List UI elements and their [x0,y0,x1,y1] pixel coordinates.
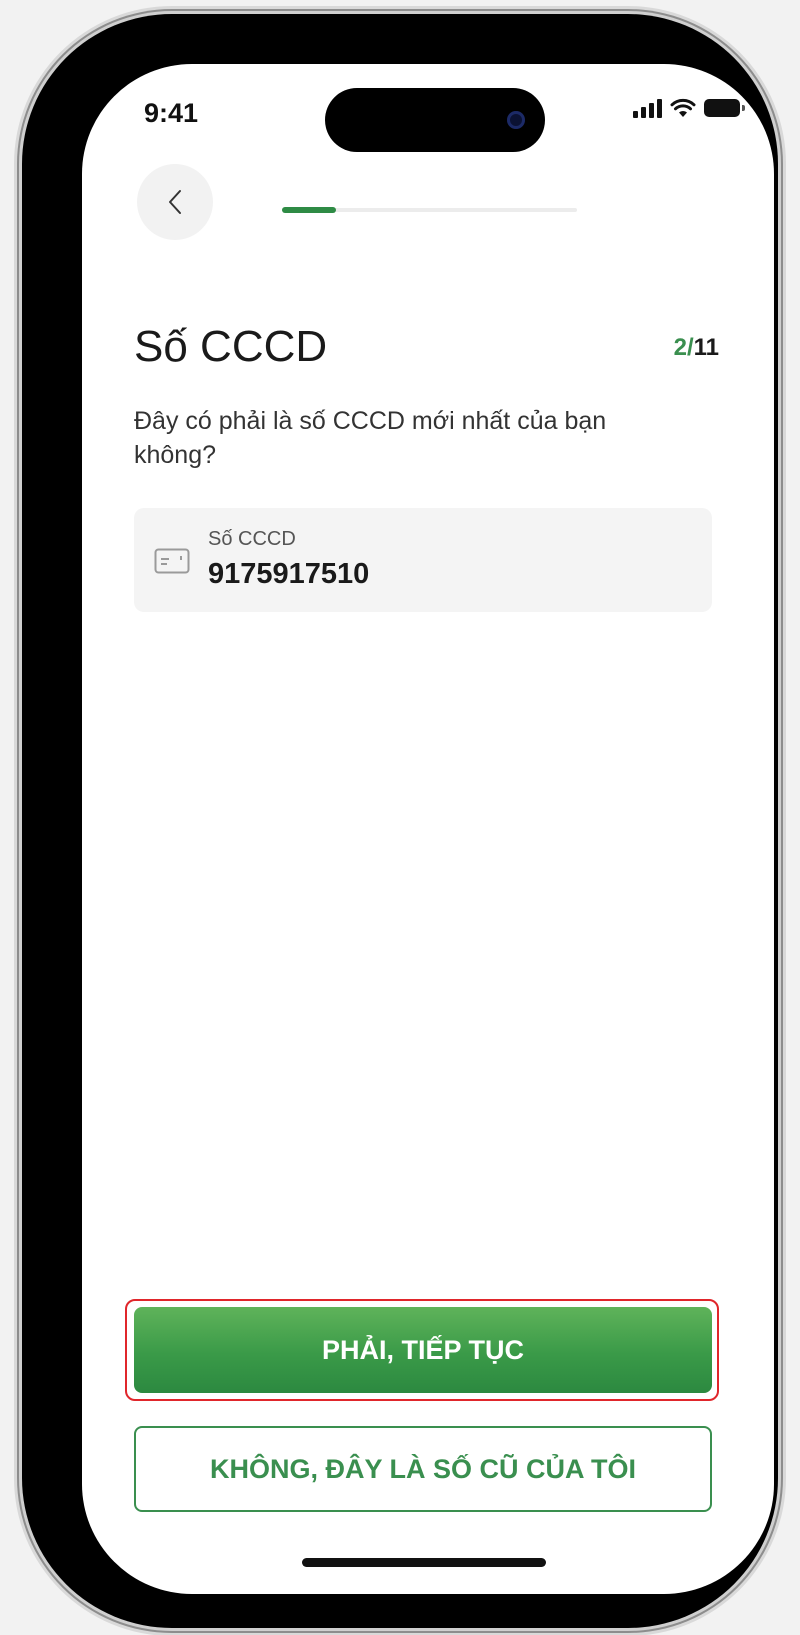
home-indicator[interactable] [302,1558,546,1567]
page-title: Số CCCD [134,322,328,371]
step-total: 11 [693,334,719,361]
id-number-label: Số CCCD [208,528,296,550]
dynamic-island [325,88,545,152]
progress-bar [282,207,577,213]
status-time: 9:41 [144,98,199,128]
confirm-continue-button[interactable]: PHẢI, TIẾP TỤC [134,1307,712,1393]
old-number-button[interactable]: KHÔNG, ĐÂY LÀ SỐ CŨ CỦA TÔI [134,1426,712,1512]
id-number-value: 9175917510 [208,558,370,590]
chevron-left-icon [169,190,181,214]
progress-fill [282,207,336,213]
signal-icon [633,98,662,118]
front-camera-icon [507,111,525,129]
step-counter: 2/11 [674,334,719,362]
phone-screen: 9:41 Số CCCD 2/11 Đây có phải là số CCCD… [82,64,774,1594]
wifi-icon [670,98,696,117]
confirmation-question: Đây có phải là số CCCD mới nhất của bạn … [134,407,607,469]
back-button[interactable] [137,164,213,240]
step-separator: / [686,334,694,361]
id-card-icon [154,548,190,574]
step-current: 2 [673,334,687,361]
battery-icon [704,99,745,117]
phone-frame: 9:41 Số CCCD 2/11 Đây có phải là số CCCD… [22,14,778,1628]
id-number-card: Số CCCD 9175917510 [134,508,712,612]
status-icons [633,98,745,118]
